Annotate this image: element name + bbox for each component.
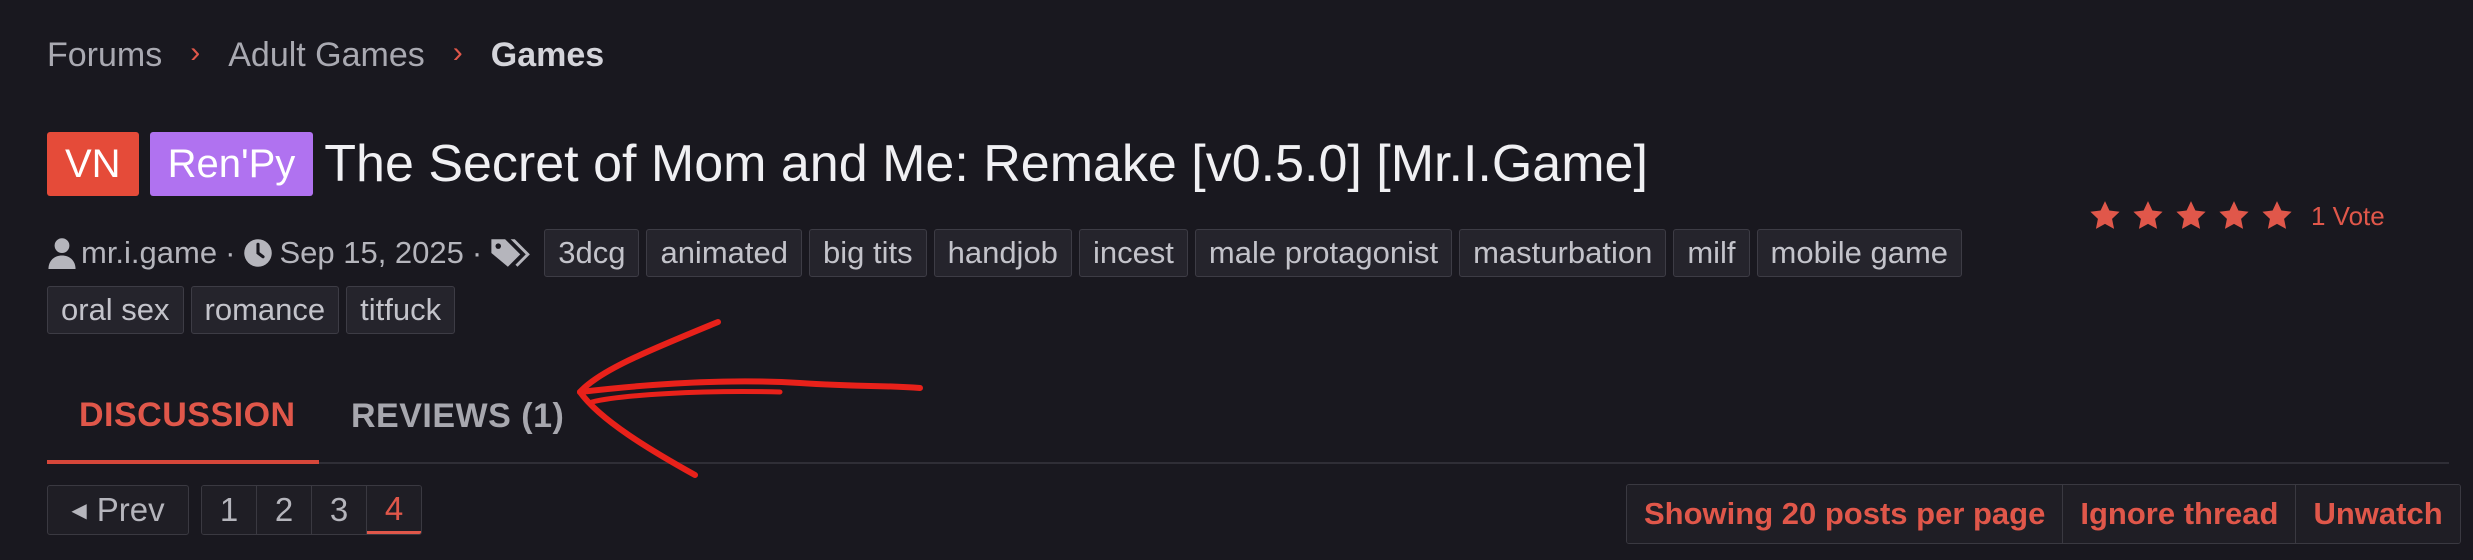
chevron-right-icon: › (452, 36, 463, 69)
page-link-1[interactable]: 1 (202, 486, 257, 534)
tag-male-protagonist[interactable]: male protagonist (1194, 229, 1453, 277)
prev-button[interactable]: ◀ Prev (47, 485, 189, 535)
tag-oral-sex[interactable]: oral sex (47, 286, 184, 334)
vote-count[interactable]: 1 Vote (2311, 201, 2385, 232)
page-numbers: 1 2 3 4 (201, 485, 422, 535)
tag-handjob[interactable]: handjob (933, 229, 1072, 277)
author-name[interactable]: mr.i.game (81, 235, 217, 271)
tag-mobile-game[interactable]: mobile game (1756, 229, 1963, 277)
tag-animated[interactable]: animated (646, 229, 802, 277)
thread-meta: mr.i.game · Sep 15, 2025 · 3dcg animated… (47, 228, 2047, 342)
star-icon[interactable] (2131, 199, 2165, 233)
unwatch-button[interactable]: Unwatch (2296, 485, 2460, 543)
rating[interactable]: 1 Vote (2088, 198, 2385, 234)
tab-reviews[interactable]: REVIEWS (1) (351, 370, 564, 462)
tags-icon (491, 239, 531, 267)
tag-titfuck[interactable]: titfuck (346, 286, 456, 334)
thread-tabs: DISCUSSION REVIEWS (1) (47, 370, 2449, 464)
caret-left-icon: ◀ (71, 499, 87, 522)
meta-separator: · (225, 235, 236, 270)
tag-big-tits[interactable]: big tits (808, 229, 927, 277)
prev-label: Prev (96, 491, 165, 528)
tag-milf[interactable]: milf (1673, 229, 1750, 277)
tag-incest[interactable]: incest (1078, 229, 1188, 277)
page-link-2[interactable]: 2 (257, 486, 312, 534)
thread-actions: Showing 20 posts per page Ignore thread … (1626, 484, 2461, 544)
author-info: mr.i.game (47, 228, 217, 278)
date-info: Sep 15, 2025 (243, 228, 464, 278)
thread-date[interactable]: Sep 15, 2025 (279, 235, 463, 271)
tag-romance[interactable]: romance (190, 286, 340, 334)
breadcrumb-games[interactable]: Games (491, 36, 604, 75)
star-icon[interactable] (2174, 199, 2208, 233)
tag-masturbation[interactable]: masturbation (1459, 229, 1667, 277)
thread-title-row: VN Ren'Py The Secret of Mom and Me: Rema… (47, 132, 1648, 196)
pagination: ◀ Prev 1 2 3 4 (47, 484, 422, 536)
page-title: The Secret of Mom and Me: Remake [v0.5.0… (324, 135, 1648, 193)
star-icon[interactable] (2088, 199, 2122, 233)
star-icon[interactable] (2217, 199, 2251, 233)
breadcrumb: Forums › Adult Games › Games (47, 30, 604, 80)
page-link-3[interactable]: 3 (312, 486, 367, 534)
page-link-4[interactable]: 4 (367, 486, 421, 534)
star-icon[interactable] (2260, 199, 2294, 233)
prefix-vn[interactable]: VN (47, 132, 139, 196)
breadcrumb-forums[interactable]: Forums (47, 36, 162, 75)
prefix-renpy[interactable]: Ren'Py (149, 132, 314, 196)
clock-icon (244, 239, 273, 267)
ignore-thread-button[interactable]: Ignore thread (2063, 485, 2297, 543)
meta-separator: · (471, 235, 483, 270)
user-icon (48, 238, 76, 269)
tag-3dcg[interactable]: 3dcg (544, 229, 640, 277)
breadcrumb-adult-games[interactable]: Adult Games (228, 36, 425, 75)
posts-per-page-button[interactable]: Showing 20 posts per page (1627, 485, 2064, 543)
chevron-right-icon: › (190, 36, 201, 69)
tab-discussion[interactable]: DISCUSSION (47, 370, 319, 464)
